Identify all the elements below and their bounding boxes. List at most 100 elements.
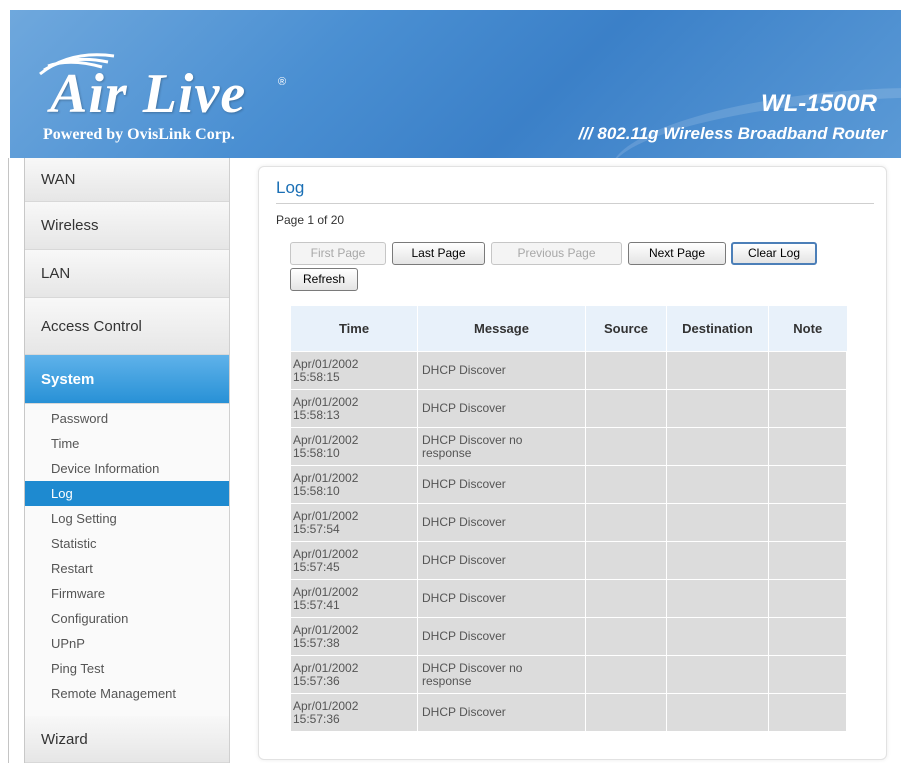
cell-message: DHCP Discover — [417, 617, 586, 656]
cell-time: Apr/01/2002 15:57:45 — [290, 541, 418, 580]
refresh-button[interactable]: Refresh — [290, 268, 358, 291]
nav-item-lan[interactable]: LAN — [25, 250, 229, 298]
log-date: Apr/01/2002 — [293, 546, 359, 561]
table-row: Apr/01/2002 15:57:54 DHCP Discover — [290, 503, 847, 542]
cell-destination — [666, 465, 769, 504]
cell-destination — [666, 579, 769, 618]
table-row: Apr/01/2002 15:58:10 DHCP Discover — [290, 465, 847, 504]
last-page-button[interactable]: Last Page — [392, 242, 485, 265]
table-row: Apr/01/2002 15:57:36 DHCP Discover — [290, 693, 847, 732]
sub-item-statistic[interactable]: Statistic — [25, 531, 229, 556]
cell-time: Apr/01/2002 15:57:41 — [290, 579, 418, 618]
product-description: /// 802.11g Wireless Broadband Router — [578, 124, 887, 143]
cell-time: Apr/01/2002 15:57:54 — [290, 503, 418, 542]
cell-source — [585, 389, 667, 428]
sub-item-firmware[interactable]: Firmware — [25, 581, 229, 606]
previous-page-button[interactable]: Previous Page — [491, 242, 622, 265]
title-divider — [276, 203, 874, 204]
sub-item-upnp[interactable]: UPnP — [25, 631, 229, 656]
cell-note — [768, 693, 847, 732]
cell-note — [768, 541, 847, 580]
cell-message: DHCP Discover — [417, 541, 586, 580]
cell-message: DHCP Discover — [417, 465, 586, 504]
sub-item-password[interactable]: Password — [25, 406, 229, 431]
header-banner: Air Live ® Powered by OvisLink Corp. WL-… — [10, 10, 901, 158]
column-header-message: Message — [417, 306, 586, 352]
nav-item-wireless[interactable]: Wireless — [25, 202, 229, 250]
cell-source — [585, 503, 667, 542]
table-row: Apr/01/2002 15:58:13 DHCP Discover — [290, 389, 847, 428]
cell-destination — [666, 503, 769, 542]
nav-item-wan[interactable]: WAN — [25, 158, 229, 202]
column-header-time: Time — [290, 306, 418, 352]
cell-message: DHCP Discover — [417, 389, 586, 428]
log-time: 15:58:13 — [293, 407, 340, 422]
log-date: Apr/01/2002 — [293, 356, 359, 371]
sub-item-device-information[interactable]: Device Information — [25, 456, 229, 481]
sub-item-log[interactable]: Log — [25, 481, 229, 506]
sub-item-log-setting[interactable]: Log Setting — [25, 506, 229, 531]
sub-item-time[interactable]: Time — [25, 431, 229, 456]
table-row: Apr/01/2002 15:57:38 DHCP Discover — [290, 617, 847, 656]
cell-source — [585, 541, 667, 580]
cell-time: Apr/01/2002 15:57:36 — [290, 655, 418, 694]
cell-source — [585, 655, 667, 694]
cell-time: Apr/01/2002 15:58:10 — [290, 465, 418, 504]
table-header-row: Time Message Source Destination Note — [290, 306, 847, 352]
cell-source — [585, 693, 667, 732]
cell-destination — [666, 351, 769, 390]
cell-source — [585, 465, 667, 504]
cell-time: Apr/01/2002 15:58:15 — [290, 351, 418, 390]
page-border — [8, 158, 9, 763]
page-indicator: Page 1 of 20 — [276, 213, 345, 227]
nav-item-wizard[interactable]: Wizard — [25, 716, 229, 763]
table-row: Apr/01/2002 15:58:15 DHCP Discover — [290, 351, 847, 390]
next-page-button[interactable]: Next Page — [628, 242, 726, 265]
sub-item-configuration[interactable]: Configuration — [25, 606, 229, 631]
cell-message: DHCP Discover — [417, 351, 586, 390]
column-header-source: Source — [585, 306, 667, 352]
log-message: DHCP Discover — [422, 515, 506, 529]
log-date: Apr/01/2002 — [293, 432, 359, 447]
cell-message: DHCP Discover — [417, 693, 586, 732]
cell-note — [768, 655, 847, 694]
system-submenu: Password Time Device Information Log Log… — [25, 404, 229, 716]
log-time: 15:58:10 — [293, 445, 340, 460]
cell-time: Apr/01/2002 15:57:38 — [290, 617, 418, 656]
cell-destination — [666, 541, 769, 580]
log-time: 15:57:36 — [293, 673, 340, 688]
cell-note — [768, 389, 847, 428]
sub-item-remote-management[interactable]: Remote Management — [25, 681, 229, 706]
nav-item-system[interactable]: System — [25, 355, 229, 404]
cell-time: Apr/01/2002 15:58:13 — [290, 389, 418, 428]
log-message: DHCP Discover — [422, 591, 506, 605]
cell-note — [768, 427, 847, 466]
first-page-button[interactable]: First Page — [290, 242, 386, 265]
log-message: DHCP Discover — [422, 553, 506, 567]
sub-item-restart[interactable]: Restart — [25, 556, 229, 581]
log-time: 15:57:54 — [293, 521, 340, 536]
cell-note — [768, 503, 847, 542]
log-time: 15:57:45 — [293, 559, 340, 574]
clear-log-button[interactable]: Clear Log — [731, 242, 817, 265]
cell-time: Apr/01/2002 15:57:36 — [290, 693, 418, 732]
log-time: 15:57:36 — [293, 711, 340, 726]
sub-item-ping-test[interactable]: Ping Test — [25, 656, 229, 681]
cell-destination — [666, 655, 769, 694]
cell-destination — [666, 389, 769, 428]
cell-time: Apr/01/2002 15:58:10 — [290, 427, 418, 466]
cell-source — [585, 617, 667, 656]
cell-note — [768, 617, 847, 656]
sidebar-nav: WAN Wireless LAN Access Control System P… — [24, 158, 230, 763]
cell-message: DHCP Discover no response — [417, 655, 586, 694]
log-table: Time Message Source Destination Note Apr… — [290, 306, 847, 732]
cell-destination — [666, 693, 769, 732]
log-message: DHCP Discover — [422, 401, 506, 415]
log-message: DHCP Discover — [422, 629, 506, 643]
cell-source — [585, 351, 667, 390]
nav-item-access-control[interactable]: Access Control — [25, 298, 229, 355]
table-row: Apr/01/2002 15:57:41 DHCP Discover — [290, 579, 847, 618]
log-message-cont: response — [422, 673, 472, 688]
table-row: Apr/01/2002 15:57:36 DHCP Discover no respo… — [290, 655, 847, 694]
table-row: Apr/01/2002 15:57:45 DHCP Discover — [290, 541, 847, 580]
